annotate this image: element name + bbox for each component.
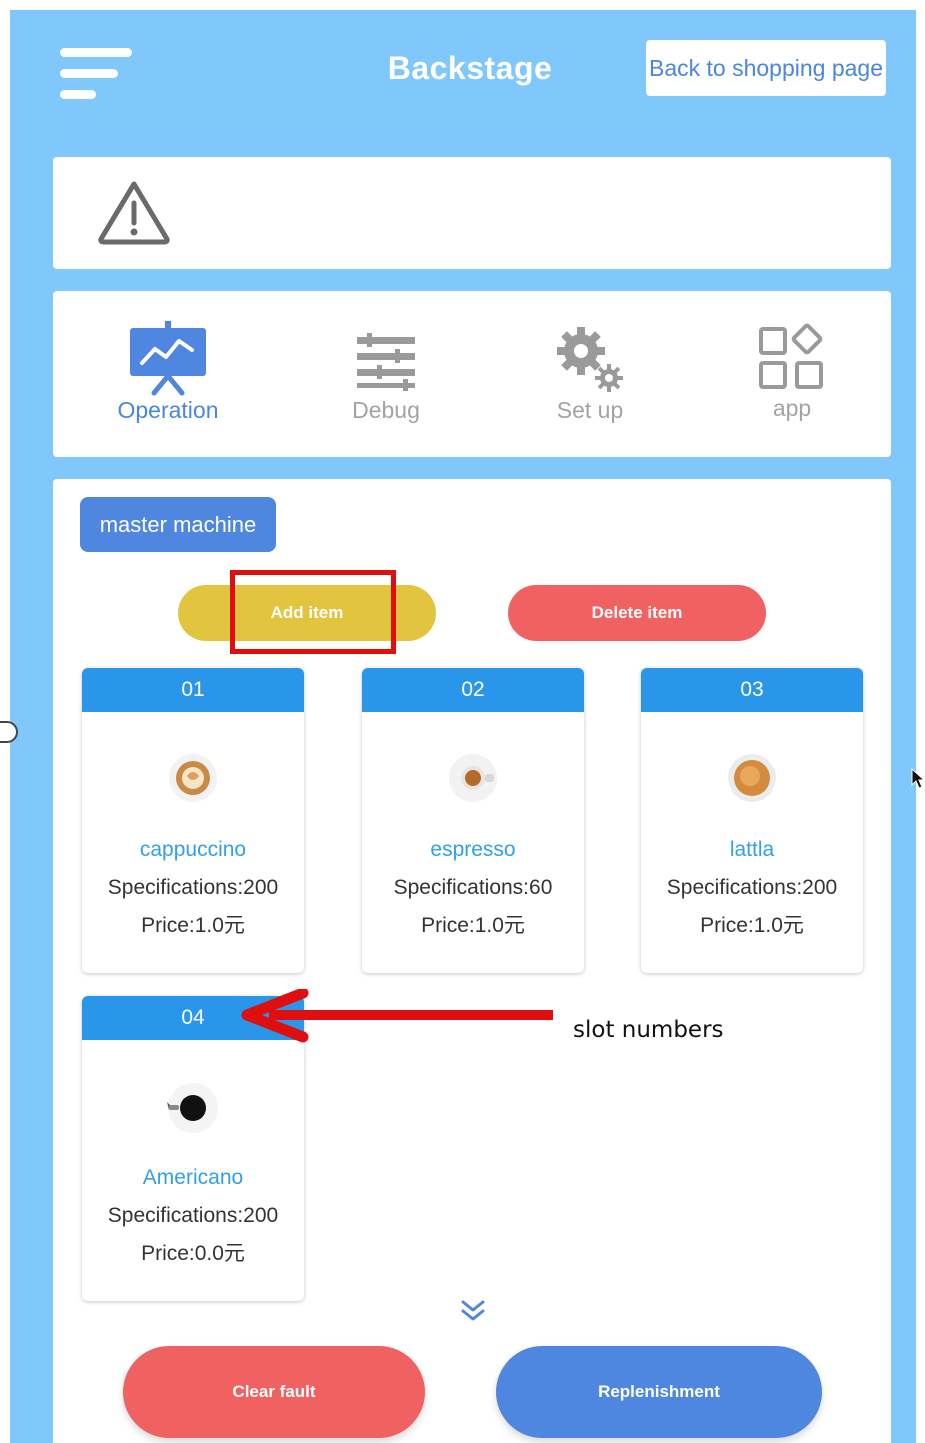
espresso-cup-icon [449,754,497,802]
gears-icon [557,327,623,392]
nav-item-debug[interactable]: Debug [296,291,476,457]
slot-item-spec: Specifications:200 [107,876,279,899]
back-to-shopping-button[interactable]: Back to shopping page [646,40,886,96]
slot-item-name: cappuccino [139,838,247,861]
cappuccino-cup-icon [169,754,217,802]
nav-item-setup[interactable]: Set up [500,291,680,457]
latte-cup-icon [728,754,776,802]
slot-number: 02 [362,668,584,712]
warning-icon[interactable] [97,179,171,245]
nav-label-operation: Operation [117,397,219,423]
nav-label-debug: Debug [352,397,420,423]
slot-item-price: Price:1.0元 [141,914,245,937]
slot-number: 01 [82,668,304,712]
slot-card[interactable]: 02 espresso Specifications:60 Price:1.0元 [362,668,584,973]
slot-card[interactable]: 03 lattla Specifications:200 Price:1.0元 [641,668,863,973]
delete-item-button[interactable]: Delete item [508,585,766,641]
clear-fault-button[interactable]: Clear fault [123,1346,425,1438]
alert-panel [53,157,891,269]
slot-item-spec: Specifications:200 [107,1204,279,1227]
nav-panel: Operation Debug Set up app [53,291,891,457]
sliders-icon [357,333,415,391]
page-title: Backstage [387,50,553,86]
slot-item-price: Price:1.0元 [700,914,804,937]
nav-label-app: app [772,395,812,421]
mouse-cursor-icon [911,768,925,789]
slot-item-price: Price:0.0元 [141,1242,245,1265]
presentation-chart-icon [130,321,206,396]
nav-label-setup: Set up [556,397,624,423]
slot-item-name: Americano [142,1166,244,1189]
slot-item-name: espresso [430,838,516,861]
replenishment-button[interactable]: Replenishment [496,1346,822,1438]
slot-number: 03 [641,668,863,712]
app-grid-icon [759,323,823,389]
slot-item-price: Price:1.0元 [421,914,525,937]
highlight-box [230,570,396,654]
slot-item-name: lattla [729,838,775,861]
nav-item-app[interactable]: app [702,291,882,457]
menu-icon[interactable] [60,48,132,100]
chevron-double-down-icon[interactable] [459,1299,487,1323]
nav-item-operation[interactable]: Operation [78,291,258,457]
slot-item-spec: Specifications:60 [393,876,553,899]
annotation-text: slot numbers [573,1017,724,1043]
annotation-arrow [241,989,553,1043]
americano-cup-icon [167,1083,218,1133]
content-panel: master machine Add item Delete item 01 c… [53,479,891,1443]
slot-item-spec: Specifications:200 [666,876,838,899]
app-frame: Backstage Back to shopping page Operatio… [10,10,916,1443]
master-machine-tab[interactable]: master machine [80,497,276,552]
slot-card[interactable]: 01 cappuccino Specifications:200 Price:1… [82,668,304,973]
